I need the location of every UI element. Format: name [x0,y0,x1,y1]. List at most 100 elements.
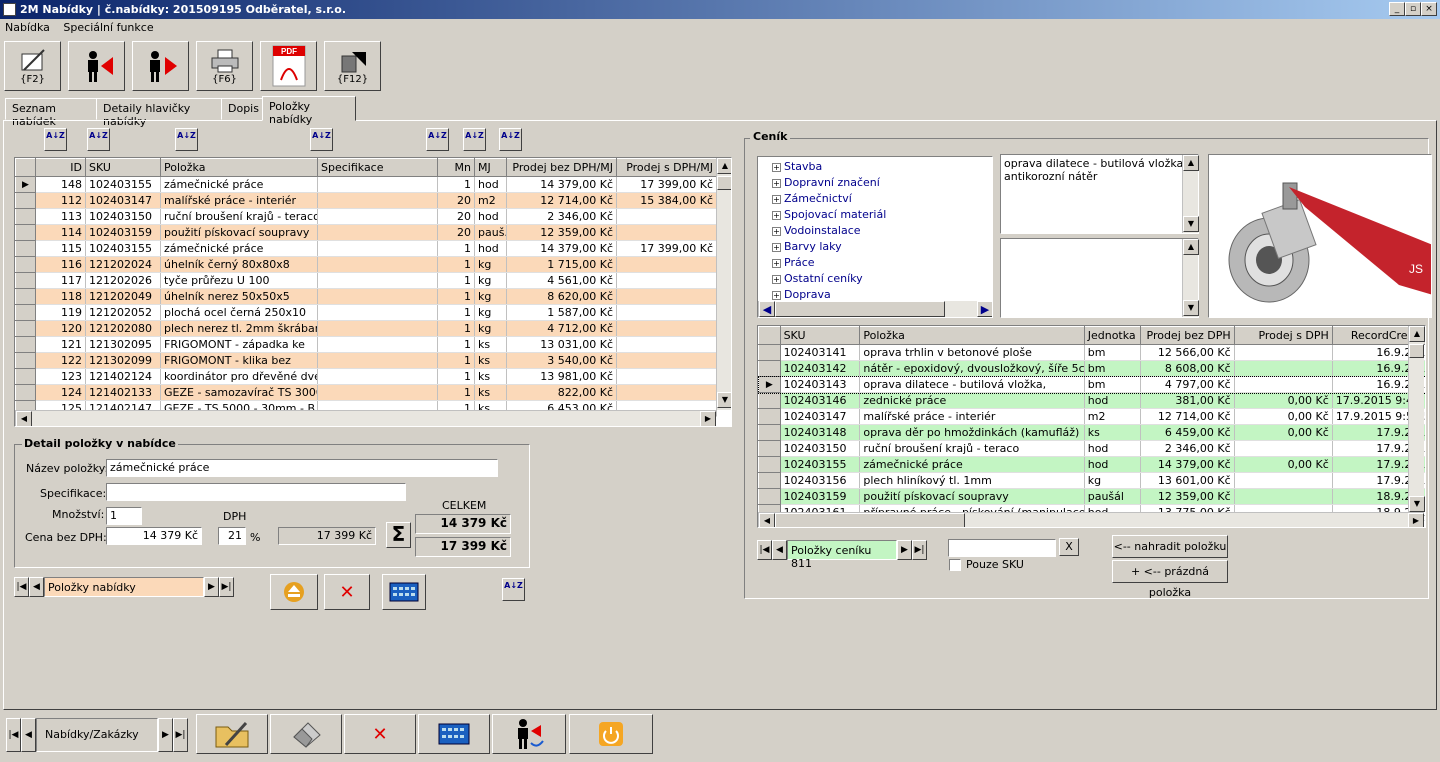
only-sku-checkbox[interactable] [949,559,961,571]
delete-item-button[interactable]: ✕ [324,574,370,610]
note-scroll-up[interactable]: ▲ [1183,239,1199,255]
pl-col-sku[interactable]: SKU [779,326,861,345]
table-row[interactable]: 102403150 ruční broušení krajů - teraco ho… [758,440,1425,457]
pl-hscroll-thumb[interactable] [775,513,965,527]
table-row[interactable]: 102403156 plech hliníkový tl. 1mm kg 13 601… [758,472,1425,489]
table-row[interactable]: 120 121202080 plech nerez tl. 2mm škrábaný… [15,320,717,337]
tree-node[interactable]: + Práce [758,255,992,271]
sort-sku-button[interactable]: A↓Z [87,128,110,151]
pl-col-polozka[interactable]: Položka [859,326,1085,345]
table-row[interactable]: 119 121202052 plochá ocel černá 250x10 1 kg 1… [15,304,717,321]
item-description[interactable]: oprava dilatece - butilová vložka, antik… [1000,154,1199,234]
table-row[interactable]: 102403148 oprava děr po hmoždinkách (kamu… [758,424,1425,441]
dph-input[interactable]: 21 [218,527,246,545]
tree-node[interactable]: + Ostatní ceníky [758,271,992,287]
table-row[interactable]: 115 102403155 zámečnické práce 1 hod 14 379,0… [15,240,717,257]
sort-mj-button[interactable]: A↓Z [463,128,486,151]
table-row[interactable]: ▶ 102403143 oprava dilatece - butilová vlo… [758,375,1425,394]
item-note[interactable] [1000,238,1199,318]
next-person-button[interactable] [132,41,189,91]
delete-offer-button[interactable]: ✕ [344,714,416,754]
pl-last-button[interactable]: ▶| [912,540,927,560]
category-tree[interactable]: + Stavba + Dopravní značení + Zámečnictví +… [757,156,993,318]
name-input[interactable]: zámečnické práce [106,459,498,477]
table-row[interactable]: 102403142 nátěr - epoxidový, dvousložkový… [758,360,1425,377]
desc-scroll-down[interactable]: ▼ [1183,216,1199,232]
pricelist-grid[interactable]: SKU Položka Jednotka Prodej bez DPH Prod… [757,325,1426,528]
pl-scroll-right[interactable]: ▶ [1408,513,1424,527]
sort-prodej-button[interactable]: A↓Z [499,128,522,151]
menu-specialni-funkce[interactable]: Speciální funkce [58,19,158,36]
previous-person-button[interactable] [68,41,125,91]
pl-first-button[interactable]: |◀ [757,540,772,560]
tree-node[interactable]: + Barvy laky [758,239,992,255]
sum-button[interactable]: Σ [386,522,411,548]
tree-node[interactable]: + Dopravní značení [758,175,992,191]
add-empty-item-button[interactable]: + <-- prázdná položka [1112,560,1228,599]
table-row[interactable]: 102403146 zednické práce hod 381,00 Kč 0,00 … [758,392,1425,409]
tab-dopis[interactable]: Dopis [221,98,263,120]
bottom-last-button[interactable]: ▶| [173,718,188,752]
col-mj[interactable]: MJ [474,158,507,177]
col-prodej-bez[interactable]: Prodej bez DPH/MJ [506,158,617,177]
bottom-first-button[interactable]: |◀ [6,718,21,752]
minimize-button[interactable]: _ [1389,2,1405,16]
table-row[interactable]: ▶ 148 102403155 zámečnické práce 1 hod 14 379,… [15,176,717,193]
pl-scroll-down[interactable]: ▼ [1409,496,1425,512]
table-row[interactable]: 114 102403159 použití pískovací soupravy 20… [15,224,717,241]
tree-scroll-thumb[interactable] [775,301,945,317]
col-prodej-s[interactable]: Prodej s DPH/MJ [616,158,717,177]
pl-col-prodej-bez[interactable]: Prodej bez DPH [1139,326,1235,345]
tree-scroll-left[interactable]: ◀ [759,301,775,317]
pl-hscrollbar[interactable]: ◀ ▶ [758,512,1424,527]
close-button[interactable]: × [1421,2,1437,16]
scroll-left-button[interactable]: ◀ [16,411,32,426]
scroll-right-button[interactable]: ▶ [700,411,716,426]
pl-col-prodej-s[interactable]: Prodej s DPH [1233,326,1333,345]
col-id[interactable]: ID [35,158,86,177]
tree-node[interactable]: + Spojovací materiál [758,207,992,223]
exit-button[interactable] [569,714,653,754]
col-mn[interactable]: Mn [437,158,475,177]
sort-items-button[interactable]: A↓Z [502,578,525,601]
calculator-button[interactable] [382,574,426,610]
table-row[interactable]: 113 102403150 ruční broušení krajů - terac… [15,208,717,225]
scroll-down-button[interactable]: ▼ [717,392,731,408]
pl-prev-button[interactable]: ◀ [772,540,787,560]
items-vscrollbar[interactable]: ▲ ▼ [716,158,731,410]
pdf-export-button[interactable]: PDF [260,41,317,91]
bottom-calculator-button[interactable] [418,714,490,754]
table-row[interactable]: 116 121202024 úhelník černý 80x80x8 1 kg 1 71… [15,256,717,273]
table-row[interactable]: 121 121302095 FRIGOMONT - západka ke 1 ks 13 … [15,336,717,353]
table-row[interactable]: 122 121302099 FRIGOMONT - klika bez 1 ks 3 54… [15,352,717,369]
table-row[interactable]: 112 102403147 malířské práce - interiér 20 m… [15,192,717,209]
tree-hscrollbar[interactable]: ◀ ▶ [758,301,992,317]
scroll-up-button[interactable]: ▲ [717,158,731,174]
menu-nabidka[interactable]: Nabídka [0,19,55,36]
sort-specifikace-button[interactable]: A↓Z [310,128,333,151]
price-input[interactable]: 14 379 Kč [106,527,202,545]
pl-vscrollbar[interactable]: ▲ ▼ [1408,326,1425,512]
next-record-button[interactable]: ▶ [204,577,219,597]
qty-input[interactable]: 1 [106,507,142,525]
tree-node[interactable]: + Vodoinstalace [758,223,992,239]
tree-node[interactable]: + Zámečnictví [758,191,992,207]
col-polozka[interactable]: Položka [160,158,318,177]
items-hscrollbar[interactable]: ◀ ▶ [15,410,716,426]
pl-scroll-up[interactable]: ▲ [1409,326,1425,342]
pl-scroll-thumb[interactable] [1409,344,1424,358]
sku-search-input[interactable] [948,539,1056,557]
table-row[interactable]: 124 121402133 GEZE - samozavírač TS 3000 1 k… [15,384,717,401]
maximize-button[interactable]: ▫ [1405,2,1421,16]
replace-item-button[interactable]: <-- nahradit položku [1112,535,1228,558]
first-record-button[interactable]: |◀ [14,577,29,597]
new-offer-button[interactable]: {F2} [4,41,61,91]
tab-polozky-nabidky[interactable]: Položky nabídky [262,96,356,126]
erase-button[interactable] [270,714,342,754]
tab-seznam-nabidek[interactable]: Seznam nabídek [5,98,97,128]
table-row[interactable]: 123 121402124 koordinátor pro dřevěné dveř… [15,368,717,385]
tree-node[interactable]: + Stavba [758,159,992,175]
tree-scroll-right[interactable]: ▶ [977,301,992,317]
bottom-next-button[interactable]: ▶ [158,718,173,752]
move-item-button[interactable] [270,574,318,610]
